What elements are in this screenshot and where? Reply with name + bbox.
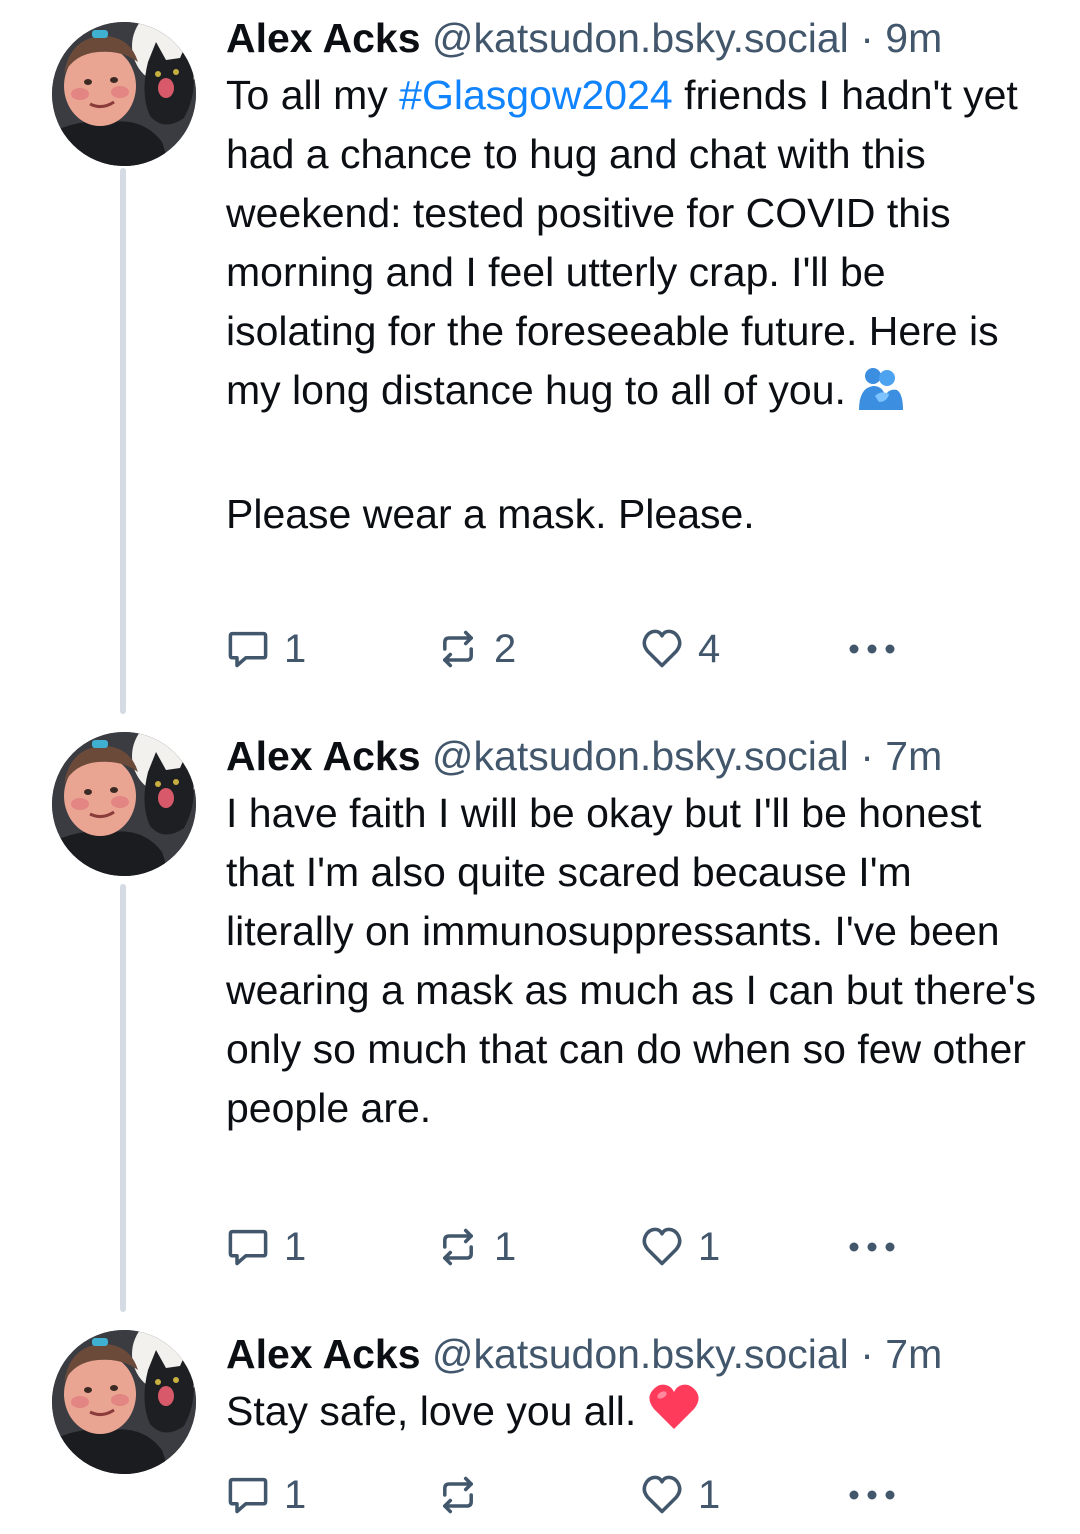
- post-3[interactable]: Alex Acks @katsudon.bsky.social · 7m Sta…: [0, 1330, 1080, 1534]
- reply-count: 1: [284, 626, 307, 671]
- heart-icon: [640, 1225, 684, 1269]
- red-heart-emoji: [648, 1383, 700, 1447]
- like-button[interactable]: 1: [640, 1222, 720, 1272]
- more-icon: [848, 643, 896, 655]
- avatar[interactable]: [52, 732, 196, 876]
- post-2[interactable]: Alex Acks @katsudon.bsky.social · 7m I h…: [0, 732, 1080, 1312]
- more-options-button[interactable]: [848, 624, 896, 674]
- author-handle[interactable]: @katsudon.bsky.social: [432, 1331, 849, 1377]
- reply-button[interactable]: 1: [226, 1222, 306, 1272]
- like-button[interactable]: 4: [640, 624, 720, 674]
- post-header: Alex Acks @katsudon.bsky.social · 7m: [226, 732, 942, 780]
- avatar[interactable]: [52, 1330, 196, 1474]
- more-icon: [848, 1489, 896, 1501]
- post-actions: 1 1 1: [226, 1222, 926, 1272]
- post-text: To all my #Glasgow2024 friends I hadn't …: [226, 66, 1046, 544]
- reply-icon: [226, 1225, 270, 1269]
- reply-count: 1: [284, 1472, 307, 1517]
- avatar-image: [52, 1330, 196, 1474]
- author-handle[interactable]: @katsudon.bsky.social: [432, 15, 849, 61]
- repost-icon: [436, 627, 480, 671]
- post-text-part: Please wear a mask. Please.: [226, 491, 755, 537]
- post-text-part: Stay safe, love you all.: [226, 1388, 637, 1434]
- thread-line: [120, 168, 126, 714]
- post-time[interactable]: 7m: [885, 1331, 942, 1377]
- author-handle[interactable]: @katsudon.bsky.social: [432, 733, 849, 779]
- more-options-button[interactable]: [848, 1470, 896, 1520]
- like-count: 1: [698, 1224, 721, 1269]
- repost-count: 1: [494, 1224, 517, 1269]
- separator: ·: [860, 15, 874, 61]
- post-time[interactable]: 9m: [885, 15, 942, 61]
- post-actions: 1 2 4: [226, 624, 926, 674]
- like-count: 4: [698, 626, 721, 671]
- reply-icon: [226, 1473, 270, 1517]
- repost-button[interactable]: [436, 1470, 494, 1520]
- people-hugging-emoji: [857, 366, 904, 426]
- like-button[interactable]: 1: [640, 1470, 720, 1520]
- author-name[interactable]: Alex Acks: [226, 733, 421, 779]
- author-name[interactable]: Alex Acks: [226, 1331, 421, 1377]
- more-icon: [848, 1241, 896, 1253]
- avatar-image: [52, 732, 196, 876]
- post-text-part: I have faith I will be okay but I'll be …: [226, 790, 1036, 1131]
- post-actions: 1 1: [226, 1470, 926, 1520]
- post-header: Alex Acks @katsudon.bsky.social · 9m: [226, 14, 942, 62]
- reply-count: 1: [284, 1224, 307, 1269]
- avatar[interactable]: [52, 22, 196, 166]
- repost-count: 2: [494, 626, 517, 671]
- thread-line: [120, 884, 126, 1312]
- post-header: Alex Acks @katsudon.bsky.social · 7m: [226, 1330, 942, 1378]
- heart-icon: [640, 627, 684, 671]
- post-1[interactable]: Alex Acks @katsudon.bsky.social · 9m To …: [0, 14, 1080, 714]
- heart-icon: [640, 1473, 684, 1517]
- separator: ·: [860, 733, 874, 779]
- post-text-part: To all my: [226, 72, 400, 118]
- separator: ·: [860, 1331, 874, 1377]
- like-count: 1: [698, 1472, 721, 1517]
- post-text: I have faith I will be okay but I'll be …: [226, 784, 1046, 1138]
- author-name[interactable]: Alex Acks: [226, 15, 421, 61]
- more-options-button[interactable]: [848, 1222, 896, 1272]
- post-time[interactable]: 7m: [885, 733, 942, 779]
- reply-button[interactable]: 1: [226, 624, 306, 674]
- repost-icon: [436, 1225, 480, 1269]
- repost-icon: [436, 1473, 480, 1517]
- repost-button[interactable]: 2: [436, 624, 516, 674]
- repost-button[interactable]: 1: [436, 1222, 516, 1272]
- reply-button[interactable]: 1: [226, 1470, 306, 1520]
- hashtag-link[interactable]: #Glasgow2024: [399, 72, 673, 118]
- post-text: Stay safe, love you all.: [226, 1382, 1046, 1447]
- reply-icon: [226, 627, 270, 671]
- avatar-image: [52, 22, 196, 166]
- post-text-part: friends I hadn't yet had a chance to hug…: [226, 72, 1018, 413]
